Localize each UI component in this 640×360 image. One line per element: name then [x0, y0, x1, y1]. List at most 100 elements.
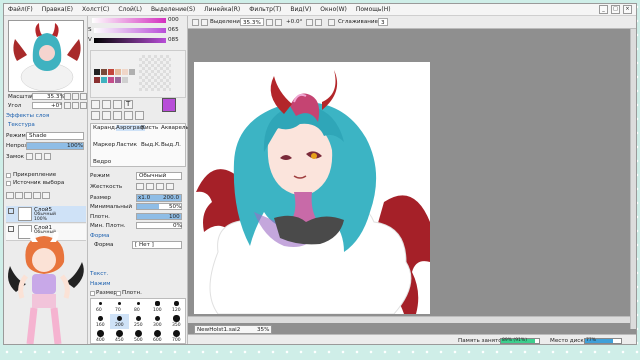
brush-size-option[interactable]: 300: [148, 314, 167, 329]
brush-size-option[interactable]: 700: [167, 329, 186, 344]
tool-select-pen[interactable]: Выд.К.: [141, 142, 161, 148]
eyedropper-icon[interactable]: [135, 111, 144, 120]
v-slider[interactable]: [94, 38, 166, 43]
pressure-density-checkbox[interactable]: [116, 291, 121, 296]
brush-size-option[interactable]: 250: [129, 314, 148, 329]
swatch[interactable]: [129, 69, 135, 75]
swatch[interactable]: [101, 69, 107, 75]
s-slider[interactable]: [94, 28, 166, 33]
hand-tool-icon[interactable]: [124, 111, 133, 120]
minimize-button[interactable]: _: [599, 5, 608, 14]
rotate-right-button[interactable]: [72, 102, 79, 109]
zoom-out-icon[interactable]: [266, 19, 273, 26]
brush-size-option[interactable]: 600: [148, 329, 167, 344]
pressure-header[interactable]: Нажим: [90, 281, 111, 287]
menu-view[interactable]: Вид(V): [290, 6, 311, 13]
shape-select[interactable]: [ Нет ]: [132, 241, 182, 249]
menu-help[interactable]: Помощь(H): [356, 6, 391, 13]
brush-size-option[interactable]: 160: [91, 314, 110, 329]
brush-mode-select[interactable]: Обычный: [136, 172, 182, 180]
menu-edit[interactable]: Правка(E): [42, 6, 73, 13]
min-density-slider[interactable]: 0%: [136, 222, 182, 229]
tool-watercolor[interactable]: Акварель: [161, 125, 189, 131]
min-size-slider[interactable]: 50%: [136, 203, 182, 210]
smoothing-field[interactable]: 3: [378, 18, 388, 26]
swatch[interactable]: [101, 77, 107, 83]
lock-move-icon[interactable]: [35, 153, 42, 160]
drawing-canvas[interactable]: [194, 62, 430, 315]
new-folder-icon[interactable]: [15, 192, 23, 199]
brush-size-option[interactable]: 500: [129, 329, 148, 344]
horizontal-scrollbar[interactable]: [188, 316, 630, 323]
lock-icon[interactable]: [26, 153, 33, 160]
hardness-option[interactable]: [156, 183, 164, 190]
text-tool-icon[interactable]: T: [124, 100, 133, 109]
swatch[interactable]: [94, 77, 100, 83]
magic-wand-icon[interactable]: [113, 100, 122, 109]
brush-size-option[interactable]: 450: [110, 329, 129, 344]
close-button[interactable]: ×: [623, 5, 632, 14]
scale-field[interactable]: 35.3%: [32, 93, 65, 100]
menu-filter[interactable]: Фильтр(T): [249, 6, 281, 13]
zoom-field[interactable]: 35.3%: [240, 18, 264, 26]
rotate-left-button[interactable]: [64, 102, 71, 109]
layer-effects-header[interactable]: Эффекты слоя: [6, 113, 49, 119]
vertical-scrollbar[interactable]: [630, 29, 636, 329]
primary-color-swatch[interactable]: [162, 98, 176, 112]
zoom-out-button[interactable]: [64, 93, 71, 100]
menu-window[interactable]: Окно(W): [320, 6, 347, 13]
lasso-icon[interactable]: [102, 100, 111, 109]
brush-size-option[interactable]: 400: [91, 329, 110, 344]
hardness-option[interactable]: [146, 183, 154, 190]
zoom-reset-button[interactable]: [80, 93, 87, 100]
swatch[interactable]: [115, 77, 121, 83]
size-slider[interactable]: x1.0 200.0: [136, 194, 182, 202]
texture-header[interactable]: Текстура: [8, 122, 35, 128]
lock-alpha-icon[interactable]: [44, 153, 51, 160]
density-slider[interactable]: 100: [136, 213, 182, 220]
swatch[interactable]: [122, 69, 128, 75]
selection-toggle-icon[interactable]: [192, 19, 199, 26]
hardness-option[interactable]: [166, 183, 174, 190]
zoom-in-icon[interactable]: [275, 19, 282, 26]
brush-size-option[interactable]: 70: [110, 299, 129, 314]
menu-file[interactable]: Файл(F): [8, 6, 33, 13]
rect-select-icon[interactable]: [91, 100, 100, 109]
brush-size-option[interactable]: 120: [167, 299, 186, 314]
brush-size-option[interactable]: 60: [91, 299, 110, 314]
clip-checkbox[interactable]: [6, 173, 11, 178]
transparent-swatch[interactable]: [139, 55, 171, 91]
layer-row[interactable]: Слой5 Обычный 100%: [6, 206, 86, 223]
copy-layer-icon[interactable]: [24, 192, 32, 199]
hardness-option[interactable]: [136, 183, 144, 190]
saturation-slider[interactable]: [92, 18, 166, 23]
document-tab[interactable]: NewHolst1.sai2 35%: [194, 325, 272, 334]
source-checkbox[interactable]: [6, 181, 11, 186]
swatch[interactable]: [115, 69, 121, 75]
tool-bucket[interactable]: Ведро: [93, 159, 111, 165]
merge-layer-icon[interactable]: [33, 192, 41, 199]
move-tool-icon[interactable]: [91, 111, 100, 120]
texture-brush-header[interactable]: Текст.: [90, 271, 108, 277]
tool-marker[interactable]: Маркер: [93, 142, 115, 148]
flip-icon[interactable]: [328, 19, 335, 26]
brush-size-option[interactable]: 350: [167, 314, 186, 329]
rotate-tool-icon[interactable]: [113, 111, 122, 120]
menu-layer[interactable]: Слой(L): [118, 6, 142, 13]
delete-layer-icon[interactable]: [42, 192, 50, 199]
opacity-slider[interactable]: 100%: [26, 142, 84, 150]
tool-pencil[interactable]: Каранд.: [93, 125, 117, 131]
zoom-in-button[interactable]: [72, 93, 79, 100]
angle-field[interactable]: +0°: [32, 102, 62, 109]
menu-selection[interactable]: Выделение(S): [151, 6, 195, 13]
zoom-tool-icon[interactable]: [102, 111, 111, 120]
eye-icon[interactable]: [8, 208, 14, 214]
tool-brush[interactable]: Кисть: [141, 125, 158, 131]
brush-size-option[interactable]: 200: [110, 314, 129, 329]
navigator-thumbnail[interactable]: [8, 20, 84, 92]
swatch[interactable]: [108, 77, 114, 83]
menu-canvas[interactable]: Холст(C): [82, 6, 109, 13]
rotate-cw-icon[interactable]: [315, 19, 322, 26]
swatch-palette[interactable]: [90, 50, 186, 98]
pressure-size-checkbox[interactable]: [90, 291, 95, 296]
